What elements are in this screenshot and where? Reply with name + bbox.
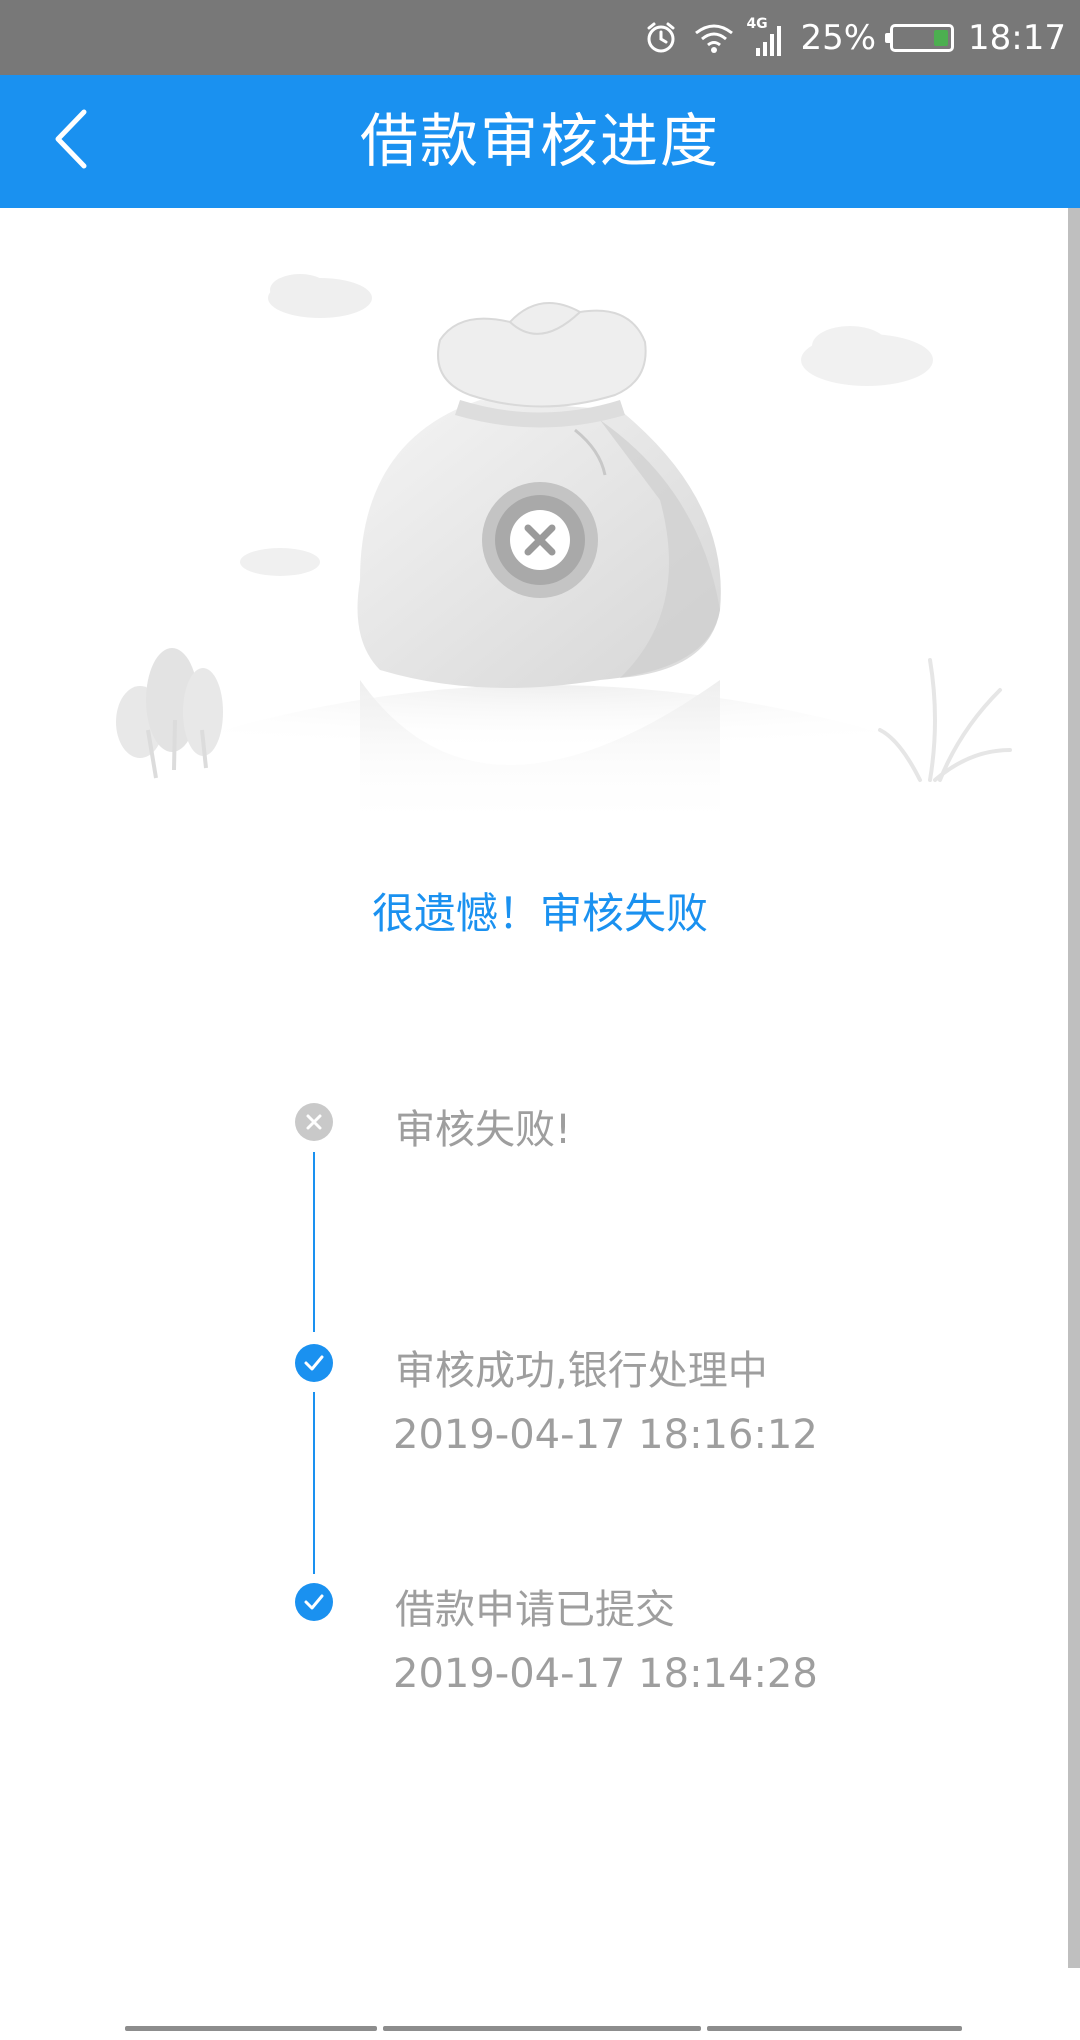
network-type: 4G <box>746 15 768 32</box>
wifi-icon <box>692 21 736 55</box>
page-title: 借款审核进度 <box>359 107 720 175</box>
back-button[interactable] <box>30 101 110 181</box>
alarm-icon <box>644 21 678 55</box>
chevron-left-icon <box>50 108 90 174</box>
bottom-navigation-hint <box>125 2026 962 2031</box>
nav-hint-bar <box>707 2026 962 2031</box>
scrollbar[interactable] <box>1068 208 1080 1968</box>
money-bag-failed-icon <box>60 250 1020 830</box>
status-bar: 4G 25% 18:17 <box>0 0 1080 75</box>
timeline-step-time: 2019-04-17 18:16:12 <box>393 1412 818 1458</box>
nav-hint-bar <box>125 2026 377 2031</box>
timeline-step-title: 审核失败! <box>395 1107 572 1153</box>
timeline-step-title: 借款申请已提交 <box>395 1587 675 1633</box>
battery-fill <box>933 29 949 46</box>
nav-hint-bar <box>383 2026 701 2031</box>
app-bar: 借款审核进度 <box>0 75 1080 208</box>
x-circle-icon <box>295 1103 333 1141</box>
status-time: 18:17 <box>968 17 1066 58</box>
timeline-step-title: 审核成功,银行处理中 <box>395 1348 768 1394</box>
battery-icon <box>885 23 955 52</box>
check-circle-icon <box>295 1583 333 1621</box>
timeline-connector <box>313 1392 315 1574</box>
battery-percent: 25% <box>800 17 877 58</box>
status-icons: 4G 25% 18:17 <box>644 0 1066 75</box>
timeline-connector <box>313 1152 315 1332</box>
timeline-step-time: 2019-04-17 18:14:28 <box>393 1651 818 1697</box>
signal-icon: 4G <box>746 16 786 58</box>
result-message: 很遗憾！审核失败 <box>371 889 708 938</box>
check-circle-icon <box>295 1344 333 1382</box>
